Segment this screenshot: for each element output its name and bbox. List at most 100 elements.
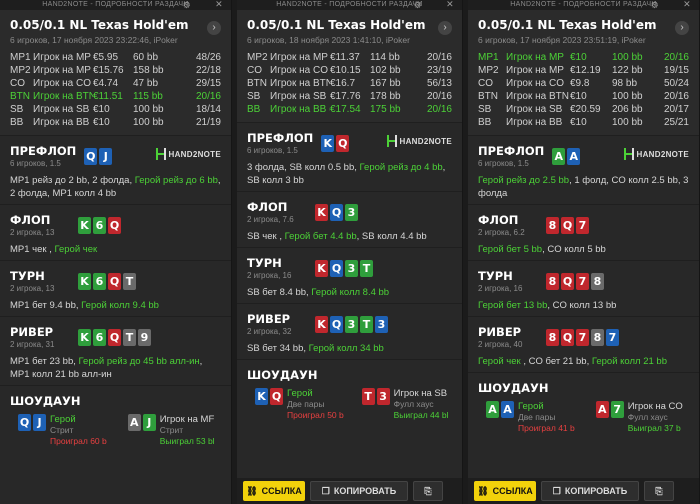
player-stack-bb: 175 bb xyxy=(370,104,401,115)
player-stats: 48/26 xyxy=(195,52,221,63)
player-name[interactable]: Игрок на MP xyxy=(33,51,93,64)
showdown-info: Игрок на CO Фулл хаус Выиграл 37 b xyxy=(628,401,683,434)
street-title: ФЛОП 2 игрока, 6.2 xyxy=(478,213,538,237)
showdown-result: Выиграл 37 b xyxy=(627,423,681,433)
street-name: ПРЕФЛОП xyxy=(478,144,545,158)
card-group: T3 xyxy=(361,388,390,405)
next-hand-button[interactable]: › xyxy=(438,21,452,35)
close-icon[interactable]: ✕ xyxy=(683,0,691,9)
street-section: ПРЕФЛОП 6 игроков, 1.5 A A HAND2NOTE Герой ре… xyxy=(468,135,699,204)
playing-card: Q xyxy=(561,216,574,234)
gear-icon[interactable]: ⚙ xyxy=(651,0,659,10)
player-name[interactable]: Игрок на CO xyxy=(270,64,330,77)
hand2note-logo-icon xyxy=(386,135,397,147)
player-stats: 50/24 xyxy=(663,78,689,89)
card-group: KQ xyxy=(321,134,350,152)
gear-icon[interactable]: ⚙ xyxy=(414,0,422,10)
action-text: MP1 бет 23 bb, xyxy=(10,356,79,367)
street-section: ФЛОП 2 игрока, 7.6 K Q 3 SB чек , Герой бет 4… xyxy=(237,191,462,247)
player-stack: €10.15 xyxy=(330,65,361,76)
playing-card: K xyxy=(78,272,91,290)
player-name[interactable]: Игрок на BB ( xyxy=(270,103,330,116)
player-row: BB Игрок на BB (€17.54 175 bb 20/16 xyxy=(247,103,452,116)
players-table: MP1 Игрок на MP €10 100 bb 20/16 MP2 Игрок на … xyxy=(468,51,699,135)
close-icon[interactable]: ✕ xyxy=(446,0,454,9)
showdown-result: Проиграл 50 b xyxy=(287,410,344,420)
player-row: BTN Игрок на BTN €10 100 bb 20/16 xyxy=(478,90,689,103)
street-title: РИВЕР 2 игрока, 40 xyxy=(478,325,538,349)
action-button-bar: ⛓ ССЫЛКА ❐ КОПИРОВАТЬ ⎘ xyxy=(468,478,699,504)
player-row: SB Игрок на SB €10 100 bb 18/14 xyxy=(10,103,221,116)
player-name[interactable]: Игрок на CO xyxy=(506,77,570,90)
street-title: ПРЕФЛОП 6 игроков, 1.5 xyxy=(10,144,76,168)
player-name[interactable]: Игрок на SB xyxy=(270,90,330,103)
player-name[interactable]: Игрок на BTN xyxy=(270,77,330,90)
showdown-player: K Q Герой Две пары Проиграл 50 b xyxy=(247,388,345,421)
playing-card: K xyxy=(315,315,328,333)
playing-card: 3 xyxy=(376,388,390,405)
playing-card: 9 xyxy=(138,328,151,346)
player-row: BB Игрок на BB €10 100 bb 25/21 xyxy=(478,116,689,129)
street-name: ТУРН xyxy=(478,269,513,283)
player-name[interactable]: Игрок на BB xyxy=(33,116,93,129)
action-text: Герой рейз до 45 bb алл-ин xyxy=(78,356,200,367)
showdown-player: T 3 Игрок на SB Фулл хаус Выиграл 44 bl xyxy=(354,388,452,421)
player-stats: 23/19 xyxy=(426,65,452,76)
card-group: KQ3T3 xyxy=(315,315,388,333)
playing-card: Q xyxy=(561,328,574,346)
playing-card: 6 xyxy=(93,328,106,346)
action-button-bar: ⛓ ССЫЛКА ❐ КОПИРОВАТЬ ⎘ xyxy=(237,478,462,504)
player-name[interactable]: Игрок на BTN xyxy=(33,90,93,103)
player-name[interactable]: Игрок на CO xyxy=(33,77,93,90)
player-row: CO Игрок на CO €9.8 98 bb 50/24 xyxy=(478,77,689,90)
playing-card: 8 xyxy=(546,328,559,346)
player-position: BB xyxy=(478,117,492,128)
player-name[interactable]: Игрок на BB xyxy=(506,116,570,129)
street-actions: Герой чек , CO бет 21 bb, Герой колл 21 … xyxy=(478,355,689,368)
save-button[interactable]: ⎘ xyxy=(644,481,674,501)
player-stack-bb: 115 bb xyxy=(133,91,163,102)
player-name[interactable]: Игрок на SB xyxy=(33,103,93,116)
playing-card: 3 xyxy=(345,259,358,277)
player-stack-bb: 60 bb xyxy=(133,52,159,63)
street-actions: SB чек , Герой бет 4.4 bb, SB колл 4.4 b… xyxy=(247,230,452,243)
playing-card: Q xyxy=(108,216,121,234)
player-stack-bb: 158 bb xyxy=(133,65,164,76)
playing-card: Q xyxy=(108,272,121,290)
street-title: ТУРН 2 игрока, 16 xyxy=(478,269,538,293)
player-name[interactable]: Игрок на MP xyxy=(506,64,570,77)
link-button[interactable]: ⛓ ССЫЛКА xyxy=(243,481,305,501)
copy-button[interactable]: ❐ КОПИРОВАТЬ xyxy=(310,481,408,501)
gear-icon[interactable]: ⚙ xyxy=(183,0,191,10)
player-position: SB xyxy=(247,91,261,102)
player-stats: 56/13 xyxy=(426,78,452,89)
next-hand-button[interactable]: › xyxy=(675,21,689,35)
player-position: BB xyxy=(10,117,24,128)
link-button[interactable]: ⛓ ССЫЛКА xyxy=(474,481,536,501)
showdown-info: Герой Две пары Проиграл 50 b xyxy=(287,388,344,421)
copy-button[interactable]: ❐ КОПИРОВАТЬ xyxy=(541,481,639,501)
save-button[interactable]: ⎘ xyxy=(413,481,443,501)
titlebar-text: HAND2NOTE - ПОДРОБНОСТИ РАЗДАЧИ xyxy=(510,1,657,8)
player-stack-bb: 178 bb xyxy=(370,91,401,102)
player-name[interactable]: Игрок на MP xyxy=(506,51,570,64)
player-name[interactable]: Игрок на MP xyxy=(33,64,93,77)
game-subtitle: 6 игроков, 18 ноября 2023 1:41:10, iPoke… xyxy=(247,35,410,45)
playing-card: Q xyxy=(330,315,343,333)
street-pot: 2 игрока, 16 xyxy=(247,271,292,280)
player-name[interactable]: Игрок на MP xyxy=(270,51,330,64)
street-pot: 2 игрока, 31 xyxy=(10,340,55,349)
street-title: ФЛОП 2 игрока, 13 xyxy=(10,213,70,237)
playing-card: Q xyxy=(84,147,98,165)
player-stack: €17.76 xyxy=(330,91,361,102)
player-name[interactable]: Игрок на SB xyxy=(506,103,570,116)
player-name[interactable]: Игрок на BTN xyxy=(506,90,570,103)
playing-card: J xyxy=(142,414,156,431)
next-hand-button[interactable]: › xyxy=(207,21,221,35)
close-icon[interactable]: ✕ xyxy=(215,0,223,9)
playing-card: Q xyxy=(108,328,121,346)
player-stack-bb: 100 bb xyxy=(133,104,164,115)
street-section: РИВЕР 2 игрока, 32 K Q 3 T 3 SB бет 34 bb, Геро… xyxy=(237,303,462,359)
street-title: ПРЕФЛОП 6 игроков, 1.5 xyxy=(247,131,313,155)
showdown-hand-rank: Фулл хаус xyxy=(627,412,668,422)
